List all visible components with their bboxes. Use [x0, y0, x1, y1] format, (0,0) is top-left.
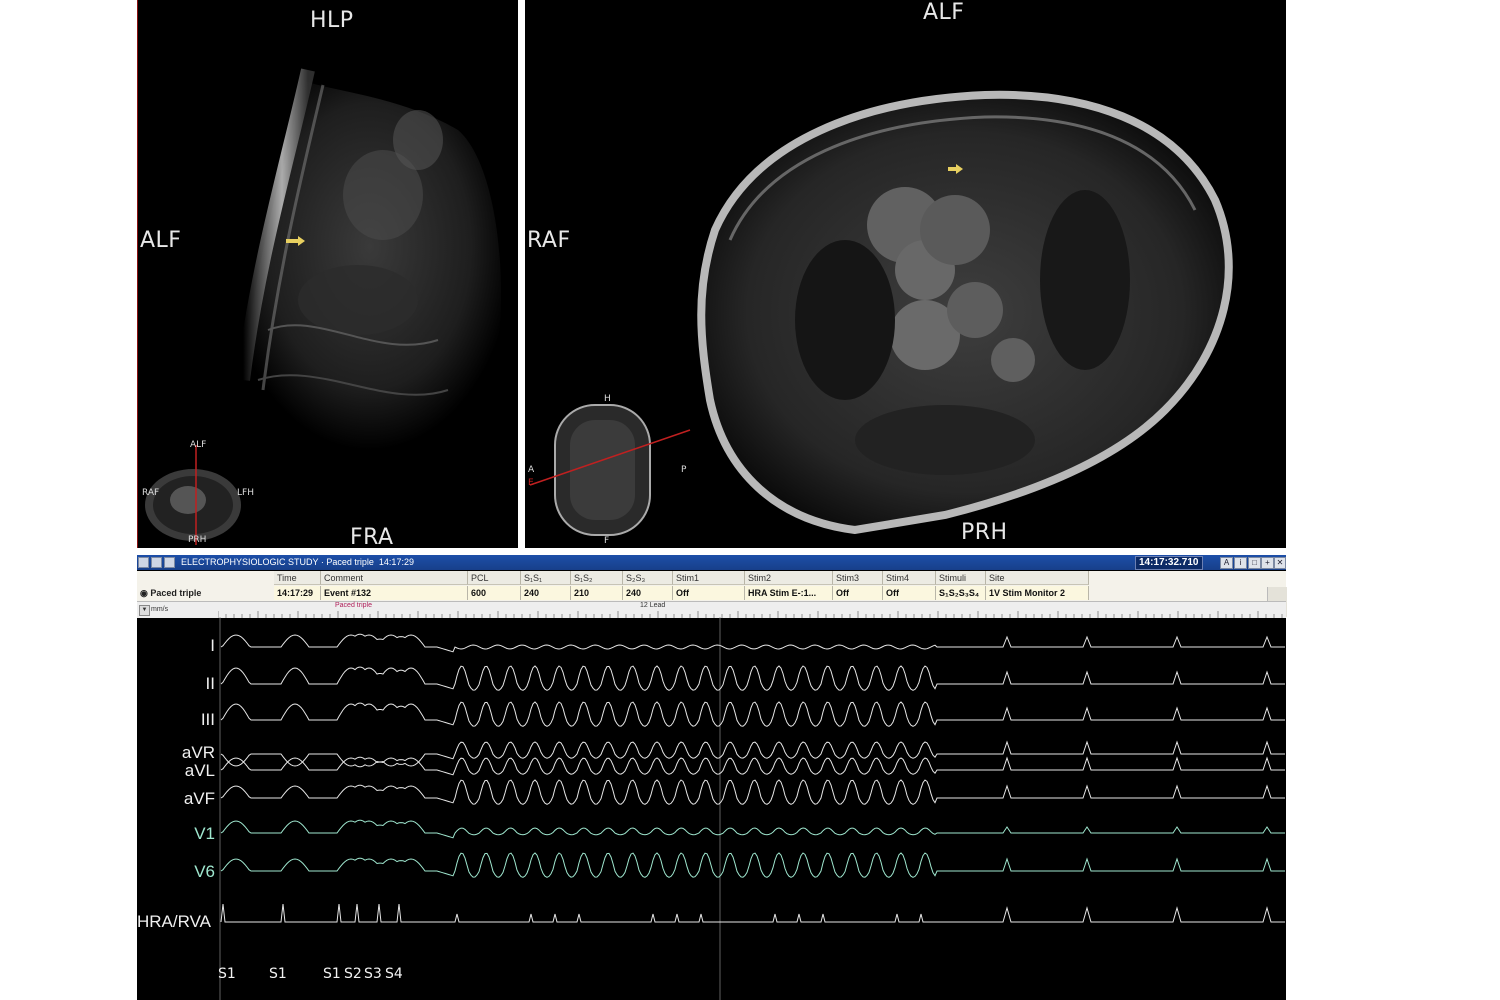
table-cell[interactable]: 600: [468, 586, 521, 600]
table-cell[interactable]: Off: [673, 586, 745, 600]
event-table: ◉ Paced triple Time Comment PCL S₁S₁ S₁S₂ S₂S…: [137, 571, 1287, 617]
stim-label-s2: S2: [344, 966, 362, 982]
column-header[interactable]: Site: [986, 571, 1089, 585]
stim-label-s4: S4: [385, 966, 403, 982]
titlebar-button-1[interactable]: [138, 557, 149, 568]
lead-config-label: 12 Lead: [640, 602, 666, 609]
ecg-trace-hra-rva: [220, 903, 1285, 923]
mri-sagittal-panel: HLP ALF FRA ALF RAF LFH PRH: [137, 0, 518, 548]
scout-left-label: RAF: [142, 488, 160, 498]
lead-label-i: I: [210, 636, 215, 655]
column-header[interactable]: Stim4: [883, 571, 936, 585]
ecg-trace-v1: [220, 819, 1285, 839]
titlebar-button-3[interactable]: [164, 557, 175, 568]
column-header[interactable]: Stim1: [673, 571, 745, 585]
scout-line-label: E: [528, 478, 534, 488]
speed-units: mm/s: [151, 606, 169, 613]
table-cell[interactable]: 240: [521, 586, 571, 600]
clock-display: 14:17:32.710: [1135, 556, 1203, 570]
lead-label-v1: V1: [194, 824, 215, 843]
table-cell[interactable]: Off: [833, 586, 883, 600]
stim-label-s1a: S1: [218, 966, 236, 982]
column-header[interactable]: Comment: [321, 571, 468, 585]
orientation-left-label: ALF: [140, 228, 182, 253]
scout-right-label: P: [681, 465, 687, 475]
table-cell[interactable]: 240: [623, 586, 673, 600]
ecg-trace-area: [219, 617, 1285, 1000]
scout-bottom-label: F: [604, 536, 610, 546]
column-header[interactable]: Time: [274, 571, 321, 585]
mri-sagittal-image: [145, 68, 502, 545]
ecg-trace-avl: [220, 756, 1285, 776]
column-header[interactable]: S₂S₃: [623, 571, 673, 585]
table-cell[interactable]: S₁S₂S₃S₄: [936, 586, 986, 600]
toolbar-a-button[interactable]: A: [1220, 557, 1233, 569]
column-header[interactable]: S₁S₁: [521, 571, 571, 585]
event-row-name[interactable]: ◉ Paced triple: [137, 586, 277, 600]
orientation-bottom-label: FRA: [350, 525, 394, 548]
table-cell[interactable]: 14:17:29: [274, 586, 321, 600]
table-cell[interactable]: Off: [883, 586, 936, 600]
maximize-icon[interactable]: □: [1248, 557, 1261, 569]
scout-top-label: ALF: [190, 440, 207, 450]
orientation-top-label: HLP: [310, 8, 354, 33]
stim-label-s3: S3: [364, 966, 382, 982]
scout-top-label: H: [604, 394, 611, 404]
lead-label-iii: III: [200, 710, 215, 729]
lead-label-avr: aVR: [181, 743, 215, 762]
ecg-trace-v6: [220, 852, 1285, 878]
orientation-bottom-label: PRH: [961, 520, 1008, 545]
lead-label-v6: V6: [194, 862, 215, 881]
ecg-trace-avf: [220, 779, 1285, 805]
toolbar-info-button[interactable]: i: [1234, 557, 1247, 569]
plus-icon[interactable]: +: [1261, 557, 1274, 569]
column-header[interactable]: Stim3: [833, 571, 883, 585]
ecg-trace-iii: [220, 701, 1285, 727]
orientation-left-label: RAF: [527, 228, 571, 253]
lead-label-avf: aVF: [183, 789, 215, 808]
ep-titlebar: ELECTROPHYSIOLOGIC STUDY · Paced triple …: [137, 555, 1286, 570]
orientation-top-label: ALF: [923, 0, 965, 25]
scout-bottom-label: PRH: [188, 535, 207, 545]
lead-label-avl: aVL: [184, 761, 215, 780]
chevron-down-icon[interactable]: ▼: [139, 605, 150, 616]
ecg-trace-avr: [220, 740, 1285, 768]
paced-triple-marker[interactable]: Paced triple: [335, 602, 372, 609]
column-header[interactable]: PCL: [468, 571, 521, 585]
ecg-trace-i: [220, 633, 1285, 653]
column-header[interactable]: S₁S₂: [571, 571, 623, 585]
ep-study-window: ELECTROPHYSIOLOGIC STUDY · Paced triple …: [137, 555, 1287, 1000]
column-header[interactable]: Stim2: [745, 571, 833, 585]
column-header[interactable]: Stimuli: [936, 571, 986, 585]
trace-toolbar: ▼ mm/s Paced triple 12 Lead: [137, 601, 1286, 618]
table-cell[interactable]: 1V Stim Monitor 2: [986, 586, 1089, 600]
mri-axial-panel: ALF RAF PRH H A P F E: [525, 0, 1286, 548]
stim-label-s1b: S1: [269, 966, 287, 982]
lead-label-ii: II: [205, 674, 215, 693]
window-title: ELECTROPHYSIOLOGIC STUDY · Paced triple …: [181, 557, 414, 567]
table-cell[interactable]: Event #132: [321, 586, 468, 600]
table-cell[interactable]: HRA Stim E-:1...: [745, 586, 833, 600]
scout-left-label: A: [528, 465, 535, 475]
close-icon[interactable]: ✕: [1274, 557, 1286, 569]
scout-right-label: LFH: [237, 488, 254, 498]
lead-label-hra-rva: HRA/RVA: [137, 912, 212, 931]
ecg-trace-ii: [220, 665, 1285, 691]
mri-axial-image: [529, 90, 1233, 536]
table-cell[interactable]: 210: [571, 586, 623, 600]
titlebar-button-2[interactable]: [151, 557, 162, 568]
stim-label-s1c: S1: [323, 966, 341, 982]
